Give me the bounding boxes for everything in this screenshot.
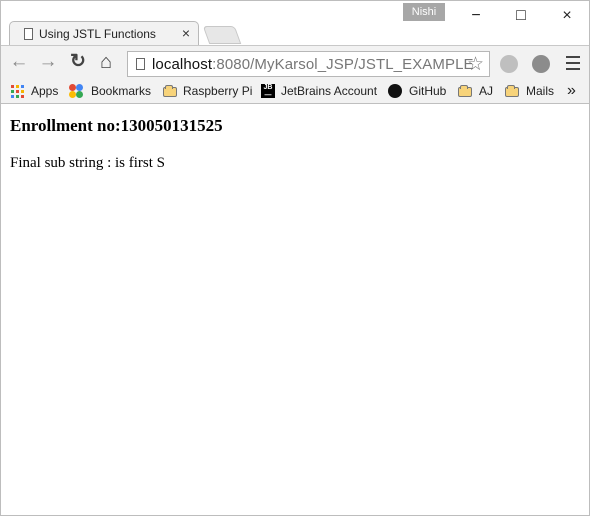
home-icon[interactable]: ⌂ — [96, 52, 116, 73]
bookmark-label: Mails — [526, 84, 555, 98]
tab-title: Using JSTL Functions — [39, 27, 156, 41]
bookmark-jetbrains-account[interactable]: JB — JetBrains Account — [261, 83, 381, 100]
close-icon: × — [562, 7, 572, 24]
url-text[interactable]: localhost:8080/MyKarsol_JSP/JSTL_EXAMPLE — [152, 56, 474, 73]
browser-toolbar: ← → ↻ ⌂ localhost:8080/MyKarsol_JSP/JSTL… — [1, 45, 589, 79]
result-text: Final sub string : is first S — [10, 155, 166, 171]
bookmark-label: AJ — [479, 84, 494, 98]
maximize-icon: □ — [516, 7, 526, 24]
bookmark-label: Apps — [31, 84, 59, 98]
minimize-icon: − — [471, 7, 481, 24]
bookmark-label: Bookmarks — [91, 84, 152, 98]
bookmark-aj[interactable]: AJ — [458, 83, 496, 100]
new-tab-button[interactable] — [202, 26, 242, 44]
url-path: :8080/MyKarsol_JSP/JSTL_EXAMPLE — [212, 56, 474, 73]
bookmark-label: Raspberry Pi — [183, 84, 253, 98]
github-icon — [388, 84, 402, 98]
back-icon[interactable]: ← — [9, 52, 29, 73]
profile-badge[interactable]: Nishi — [403, 3, 445, 21]
star-icon[interactable]: ☆ — [467, 53, 484, 76]
maximize-button[interactable]: □ — [501, 5, 541, 27]
bookmark-github[interactable]: GitHub — [388, 83, 452, 100]
page-content: Enrollment no:130050131525 Final sub str… — [1, 104, 589, 515]
minimize-button[interactable]: − — [456, 5, 496, 27]
google-bookmarks-icon — [69, 84, 84, 99]
page-icon — [136, 58, 145, 70]
browser-tab[interactable]: Using JSTL Functions × — [9, 21, 199, 46]
bookmarks-bar: Apps Bookmarks Raspberry Pi JB — JetBrain… — [1, 79, 589, 104]
bookmarks-overflow-icon[interactable]: » — [567, 83, 581, 100]
close-window-button[interactable]: × — [547, 5, 587, 27]
bookmark-bookmarks[interactable]: Bookmarks — [69, 83, 153, 100]
menu-icon[interactable] — [566, 54, 580, 71]
extension-icon[interactable] — [500, 55, 518, 73]
browser-window: Nishi − □ × Using JSTL Functions × ← → ↻… — [0, 0, 590, 516]
jetbrains-icon: JB — — [261, 84, 275, 99]
bookmark-mails[interactable]: Mails — [505, 83, 557, 100]
extension-icon[interactable] — [532, 55, 550, 73]
folder-icon — [458, 85, 472, 97]
bookmark-label: GitHub — [409, 84, 447, 98]
address-bar[interactable]: localhost:8080/MyKarsol_JSP/JSTL_EXAMPLE… — [127, 51, 490, 77]
bookmark-raspberry-pi[interactable]: Raspberry Pi — [163, 83, 253, 100]
url-host: localhost — [152, 56, 213, 73]
folder-icon — [505, 85, 519, 97]
folder-icon — [163, 85, 177, 97]
bookmark-apps[interactable]: Apps — [11, 83, 63, 100]
page-icon — [24, 28, 33, 40]
bookmark-label: JetBrains Account — [281, 84, 378, 98]
title-bar: Nishi − □ × Using JSTL Functions × — [1, 1, 589, 46]
forward-icon[interactable]: → — [38, 52, 58, 73]
enrollment-heading: Enrollment no:130050131525 — [10, 116, 223, 135]
apps-icon — [11, 85, 24, 98]
tab-close-icon[interactable]: × — [182, 25, 190, 41]
reload-icon[interactable]: ↻ — [68, 52, 88, 73]
